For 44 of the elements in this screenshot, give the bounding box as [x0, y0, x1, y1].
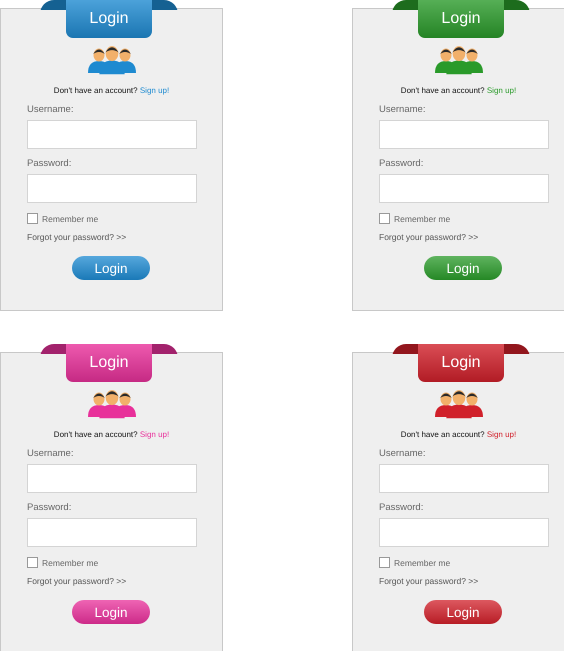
signup-prompt: Don't have an account? Sign up!: [54, 430, 170, 439]
password-field[interactable]: [379, 518, 549, 547]
username-label: Username:: [27, 448, 74, 459]
remember-checkbox[interactable]: [379, 557, 390, 568]
password-field[interactable]: [27, 174, 197, 203]
signup-prompt: Don't have an account? Sign up!: [54, 86, 170, 95]
remember-label: Remember me: [42, 214, 98, 224]
login-button[interactable]: Login: [72, 256, 150, 280]
password-label: Password:: [379, 502, 424, 513]
signup-link[interactable]: Sign up!: [140, 430, 170, 439]
remember-checkbox[interactable]: [379, 213, 390, 224]
remember-checkbox[interactable]: [27, 213, 38, 224]
remember-label: Remember me: [394, 558, 450, 568]
title-ribbon: Login: [40, 0, 178, 38]
password-label: Password:: [379, 158, 424, 169]
password-field[interactable]: [379, 174, 549, 203]
username-field[interactable]: [27, 464, 197, 493]
signup-link[interactable]: Sign up!: [140, 86, 170, 95]
forgot-password-link[interactable]: Forgot your password? >>: [27, 232, 222, 242]
remember-checkbox[interactable]: [27, 557, 38, 568]
username-field[interactable]: [379, 120, 549, 149]
forgot-password-link[interactable]: Forgot your password? >>: [27, 576, 222, 586]
forgot-password-link[interactable]: Forgot your password? >>: [379, 576, 564, 586]
remember-label: Remember me: [42, 558, 98, 568]
forgot-password-link[interactable]: Forgot your password? >>: [379, 232, 564, 242]
login-button[interactable]: Login: [424, 600, 502, 624]
title-ribbon: Login: [392, 344, 530, 382]
username-label: Username:: [27, 104, 74, 115]
signup-prompt: Don't have an account? Sign up!: [400, 86, 516, 95]
signup-link[interactable]: Sign up!: [486, 430, 516, 439]
username-label: Username:: [379, 104, 426, 115]
title-ribbon: Login: [40, 344, 178, 382]
login-button[interactable]: Login: [72, 600, 150, 624]
password-label: Password:: [27, 158, 72, 169]
title-ribbon: Login: [392, 0, 530, 38]
password-label: Password:: [27, 502, 72, 513]
remember-label: Remember me: [394, 214, 450, 224]
username-label: Username:: [379, 448, 426, 459]
password-field[interactable]: [27, 518, 197, 547]
signup-prompt: Don't have an account? Sign up!: [400, 430, 516, 439]
login-button[interactable]: Login: [424, 256, 502, 280]
signup-link[interactable]: Sign up!: [486, 86, 516, 95]
username-field[interactable]: [379, 464, 549, 493]
username-field[interactable]: [27, 120, 197, 149]
